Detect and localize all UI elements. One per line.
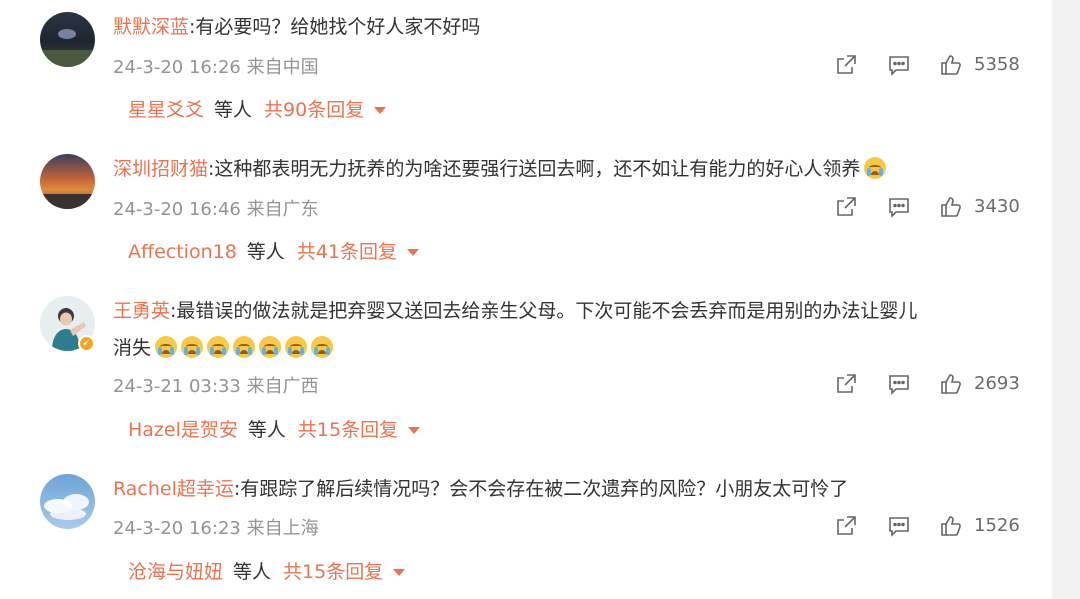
reply-username[interactable]: 沧海与妞妞 bbox=[128, 561, 223, 583]
comment-text: 有跟踪了解后续情况吗？会不会存在被二次遗弃的风险？小朋友太可怜了 bbox=[240, 478, 849, 500]
reply-summary[interactable]: Affection18 等人 共41条回复 bbox=[128, 239, 419, 265]
avatar[interactable] bbox=[40, 12, 95, 67]
comment-time: 24-3-20 16:26 bbox=[113, 57, 241, 78]
avatar[interactable] bbox=[40, 474, 95, 529]
comment-location: 来自广西 bbox=[246, 376, 319, 397]
comment-text-line: 默默深蓝:有必要吗？给她找个好人家不好吗 bbox=[113, 14, 480, 41]
like-icon[interactable] bbox=[939, 195, 963, 219]
like-icon[interactable] bbox=[939, 514, 963, 538]
reply-total-link[interactable]: 共15条回复 bbox=[298, 419, 398, 441]
comment-location: 来自广东 bbox=[246, 199, 319, 220]
crying-emoji-icon bbox=[864, 157, 887, 179]
comment-text-line: Rachel超幸运:有跟踪了解后续情况吗？会不会存在被二次遗弃的风险？小朋友太可… bbox=[113, 476, 848, 503]
comment-text: 最错误的做法就是把弃婴又送回去给亲生父母。下次可能不会丢弃而是用别的办法让婴儿 bbox=[176, 300, 918, 322]
chevron-down-icon[interactable] bbox=[374, 107, 387, 114]
reply-summary[interactable]: 沧海与妞妞 等人 共15条回复 bbox=[128, 559, 406, 585]
reply-username[interactable]: Hazel是贺安 bbox=[128, 419, 238, 441]
comment-icon[interactable] bbox=[887, 195, 911, 219]
chevron-down-icon[interactable] bbox=[407, 249, 419, 256]
comment-icon[interactable] bbox=[887, 514, 911, 538]
like-icon[interactable] bbox=[939, 372, 963, 396]
comment-meta: 24-3-20 16:23 来自上海 bbox=[113, 514, 319, 540]
crying-emoji-icon bbox=[259, 336, 282, 358]
comment-meta: 24-3-20 16:26 来自中国 bbox=[113, 53, 319, 79]
like-icon[interactable] bbox=[939, 53, 963, 77]
comment-text-line: 王勇英:最错误的做法就是把弃婴又送回去给亲生父母。下次可能不会丢弃而是用别的办法… bbox=[113, 298, 917, 325]
comment-username[interactable]: Rachel超幸运 bbox=[113, 478, 234, 500]
comment-username[interactable]: 深圳招财猫 bbox=[113, 158, 208, 180]
crying-emoji-icon bbox=[233, 336, 256, 358]
share-icon[interactable] bbox=[834, 372, 858, 396]
comment-text: 有必要吗？给她找个好人家不好吗 bbox=[195, 16, 481, 38]
comment-text: 这种都表明无力抚养的为啥还要强行送回去啊，还不如让有能力的好心人领养 bbox=[214, 158, 861, 180]
avatar[interactable] bbox=[40, 154, 95, 209]
comment-meta: 24-3-20 16:46 来自广东 bbox=[113, 195, 319, 221]
like-count: 5358 bbox=[974, 54, 1020, 75]
comment-time: 24-3-20 16:23 bbox=[113, 518, 241, 539]
comment-time: 24-3-20 16:46 bbox=[113, 199, 241, 220]
like-count: 2693 bbox=[974, 373, 1020, 394]
crying-emoji-icon bbox=[311, 336, 334, 358]
comment-meta: 24-3-21 03:33 来自广西 bbox=[113, 372, 319, 398]
comment-text-continued: 消失 bbox=[113, 337, 152, 359]
reply-username[interactable]: Affection18 bbox=[128, 241, 237, 263]
comment-icon[interactable] bbox=[887, 53, 911, 77]
reply-total-link[interactable]: 共90条回复 bbox=[264, 99, 364, 121]
share-icon[interactable] bbox=[834, 53, 858, 77]
reply-summary[interactable]: Hazel是贺安 等人 共15条回复 bbox=[128, 417, 421, 443]
reply-others-label: 等人 bbox=[233, 561, 272, 583]
comment-username[interactable]: 默默深蓝 bbox=[113, 16, 189, 38]
comment-text-line: 深圳招财猫:这种都表明无力抚养的为啥还要强行送回去啊，还不如让有能力的好心人领养 bbox=[113, 156, 887, 183]
crying-emoji-icon bbox=[285, 336, 308, 358]
reply-total-link[interactable]: 共15条回复 bbox=[283, 561, 383, 583]
verified-badge-icon: ✓ bbox=[78, 335, 95, 352]
share-icon[interactable] bbox=[834, 514, 858, 538]
chevron-down-icon[interactable] bbox=[408, 427, 421, 434]
crying-emoji-icon bbox=[207, 336, 230, 358]
comment-time: 24-3-21 03:33 bbox=[113, 376, 241, 397]
comment-text-line-2: 消失 bbox=[113, 335, 334, 362]
comment-panel: 默默深蓝:有必要吗？给她找个好人家不好吗 24-3-20 16:26 来自中国 … bbox=[0, 0, 1052, 599]
share-icon[interactable] bbox=[834, 195, 858, 219]
reply-others-label: 等人 bbox=[246, 241, 285, 263]
like-count: 3430 bbox=[974, 196, 1020, 217]
reply-others-label: 等人 bbox=[214, 99, 253, 121]
comment-icon[interactable] bbox=[887, 372, 911, 396]
comment-location: 来自中国 bbox=[246, 57, 319, 78]
comment-location: 来自上海 bbox=[246, 518, 319, 539]
like-count: 1526 bbox=[974, 515, 1020, 536]
reply-total-link[interactable]: 共41条回复 bbox=[297, 241, 397, 263]
chevron-down-icon[interactable] bbox=[393, 569, 406, 576]
reply-username[interactable]: 星星爻爻 bbox=[128, 99, 204, 121]
crying-emoji-icon bbox=[181, 336, 204, 358]
reply-summary[interactable]: 星星爻爻 等人 共90条回复 bbox=[128, 97, 387, 123]
reply-others-label: 等人 bbox=[247, 419, 286, 441]
crying-emoji-icon bbox=[155, 336, 178, 358]
comment-username[interactable]: 王勇英 bbox=[113, 300, 170, 322]
